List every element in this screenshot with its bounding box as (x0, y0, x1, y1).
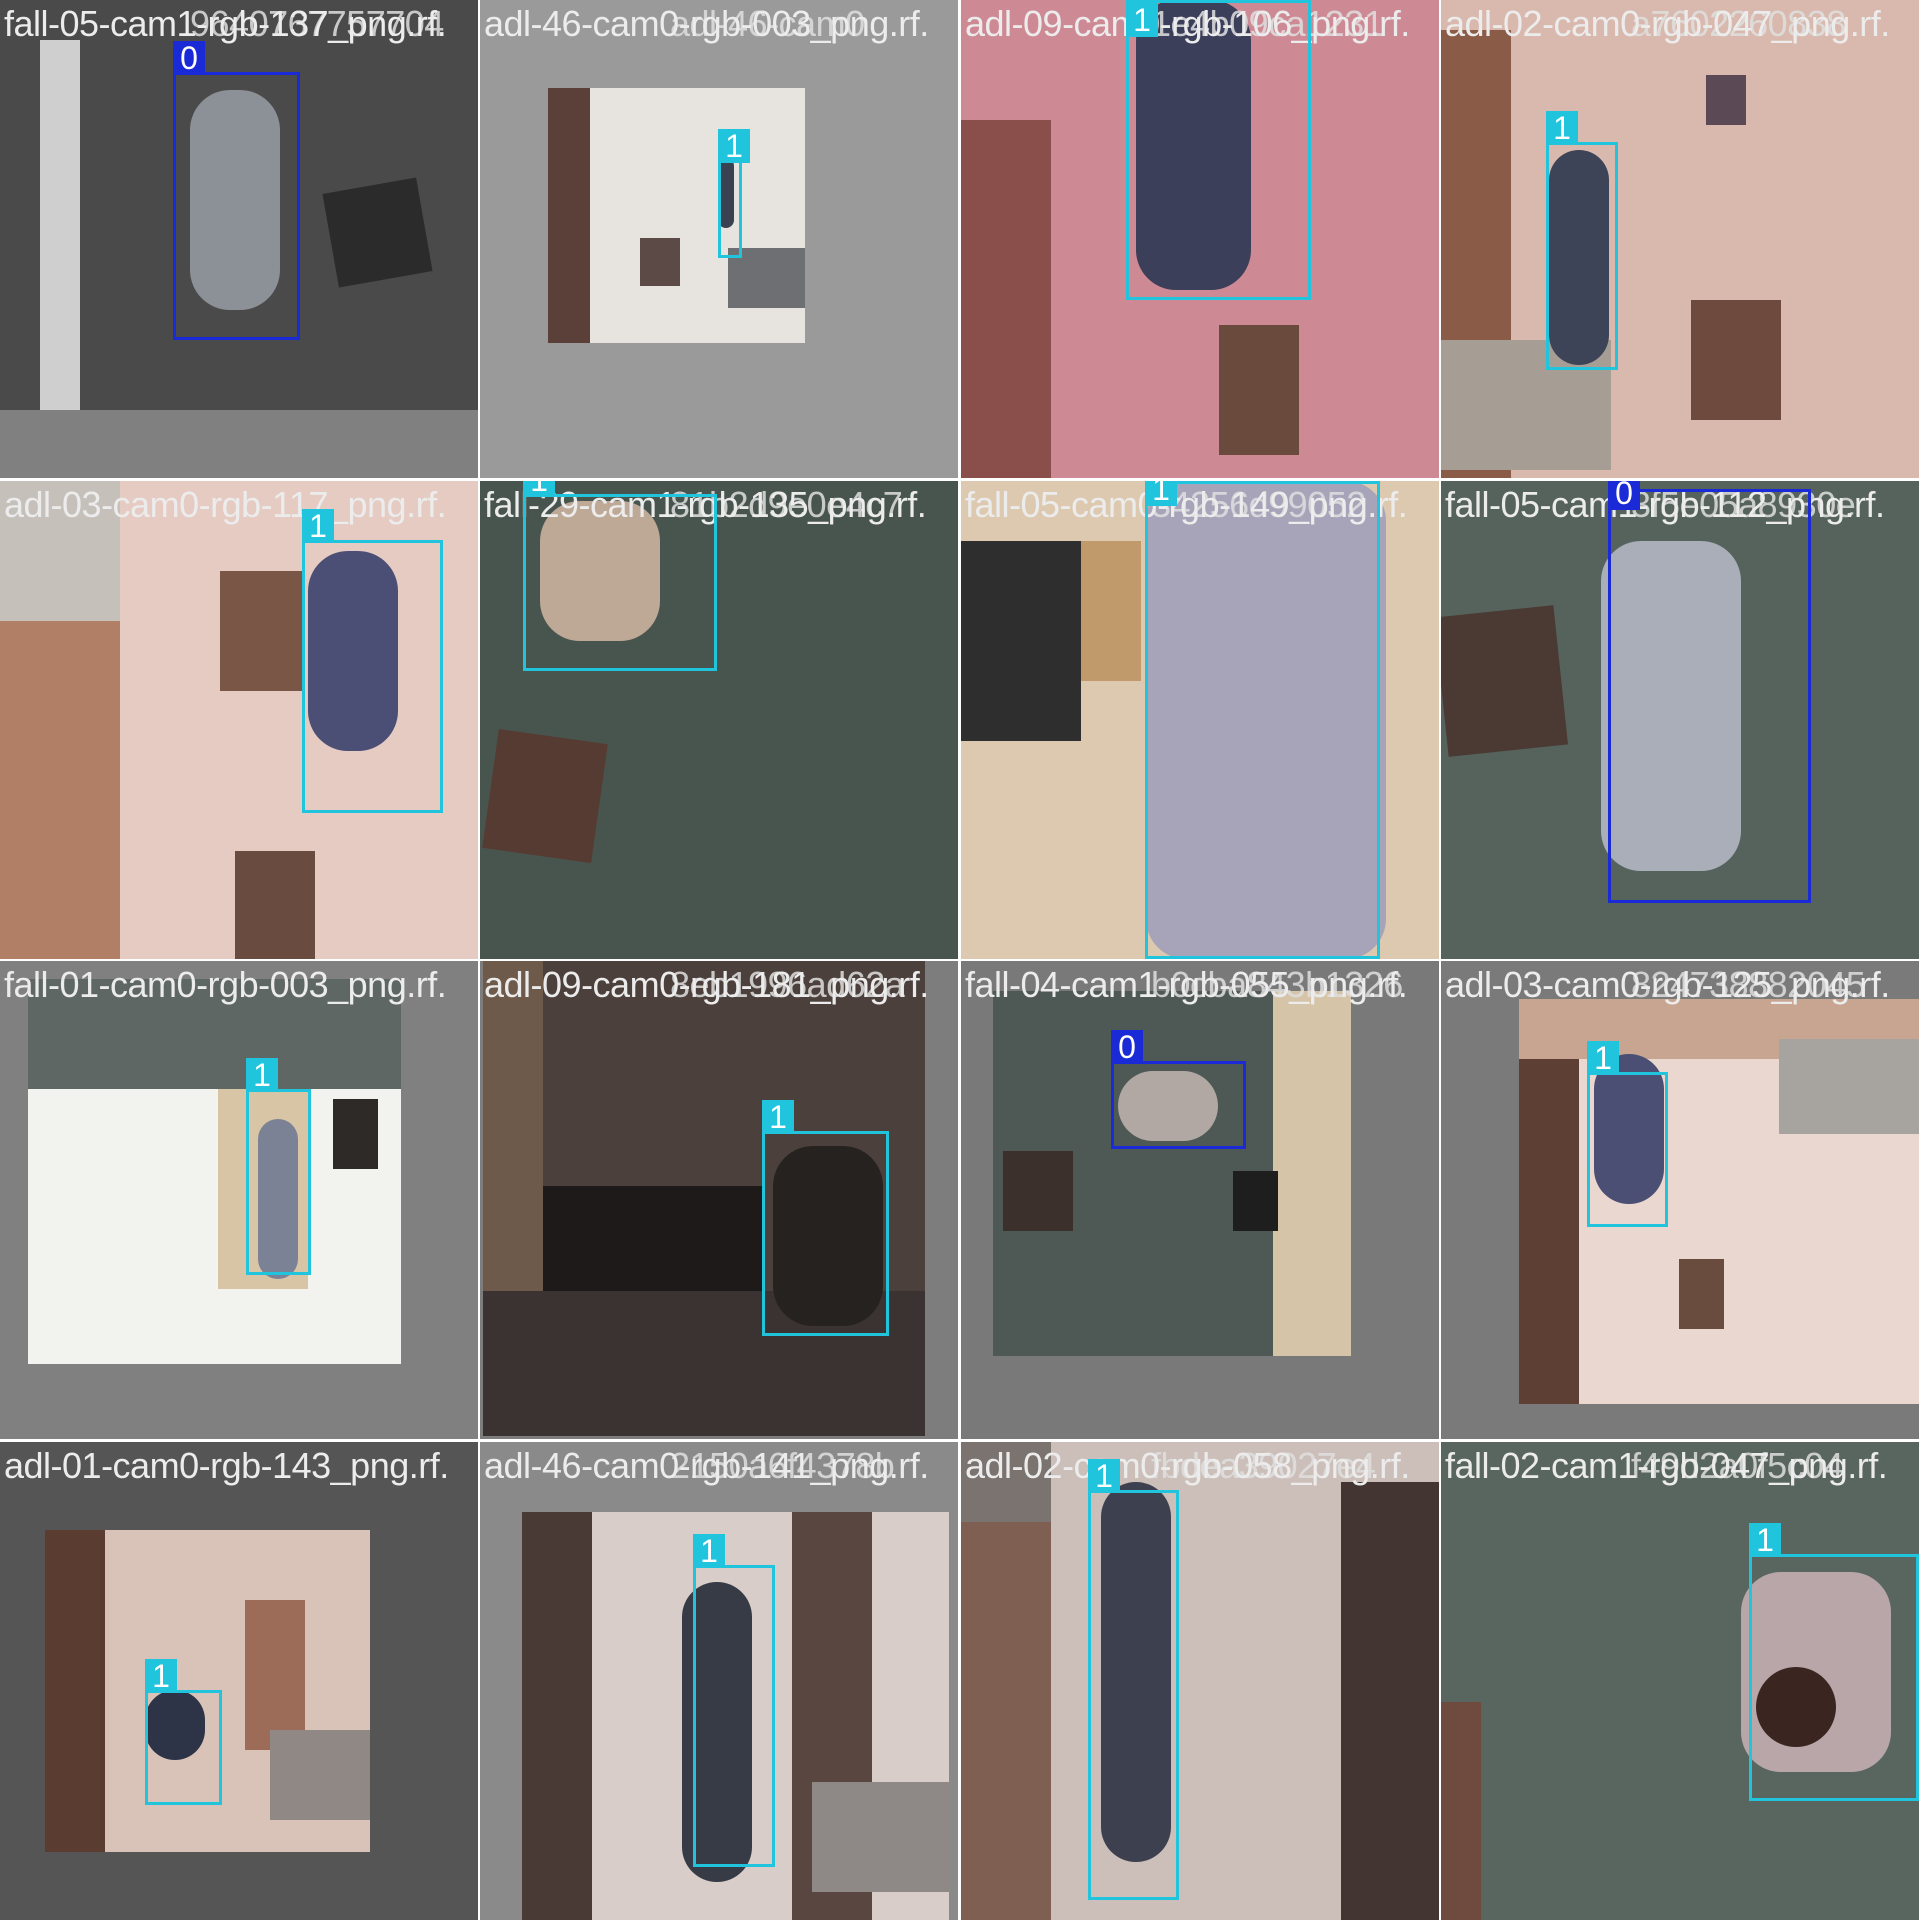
class-tag: 0 (1111, 1030, 1143, 1064)
class-tag: 1 (302, 509, 334, 543)
file-name-label: adl-09-cam0-rgb-181_png.rf. (484, 964, 929, 1005)
camera-frame (548, 88, 805, 343)
tile-5: adl-03-cam0-rgb-117_png.rf. 1 (0, 481, 478, 959)
bounding-box: 1 (523, 481, 717, 671)
bounding-box: 0 (173, 41, 300, 340)
tile-2: adl-46-cam0-rgb-003_png.rf. adl-46-cam0 … (480, 0, 958, 478)
file-name-label: fall-04-cam1-rgb-055_png.rf. (965, 964, 1408, 1005)
tile-10: adl-09-cam0-rgb-181_png.rf. 8eb1996ad62a… (480, 961, 958, 1439)
tile-11: fall-04-cam1-rgb-055_png.rf. b0cba843b13… (961, 961, 1439, 1439)
tile-16: fall-02-cam1-rgb-047_png.rf. f49d2a0f5c0… (1441, 1442, 1919, 1920)
tile-1: fall-05-cam1-rgb-137_png.rf. 96407677577… (0, 0, 478, 478)
tile-4: adl-02-cam0-rgb-047_png.rf. a7602260838 … (1441, 0, 1919, 478)
file-name-label: adl-03-cam0-rgb-125_png.rf. (1445, 964, 1890, 1005)
tile-14: adl-46-cam0-rgb-141_png.rf. 2150a6f4378b… (480, 1442, 958, 1920)
tile-7: fall-05-cam0-rgb-149_png.rf. 34256d99052… (961, 481, 1439, 959)
class-tag: 0 (173, 41, 205, 75)
bounding-box: 1 (762, 1100, 889, 1336)
class-tag: 0 (1608, 481, 1640, 510)
bounding-box: 1 (1145, 481, 1380, 959)
bounding-box: 0 (1608, 481, 1811, 903)
class-tag: 1 (1749, 1523, 1781, 1557)
file-name-label: adl-02-cam0-rgb-058_png.rf. (965, 1445, 1410, 1486)
class-tag: 1 (523, 481, 555, 497)
tile-3: adl-09-cam0-rgb-106_png.rf. 1e4b09ca1231… (961, 0, 1439, 478)
bounding-box: 1 (1126, 0, 1311, 300)
file-name-label: adl-03-cam0-rgb-117_png.rf. (4, 484, 447, 525)
class-tag: 1 (1126, 3, 1158, 37)
camera-frame (28, 979, 401, 1364)
file-name-label: adl-01-cam0-rgb-143_png.rf. (4, 1445, 449, 1486)
class-tag: 1 (1088, 1459, 1120, 1493)
tile-12: adl-03-cam0-rgb-125_png.rf. 824738882045… (1441, 961, 1919, 1439)
class-tag: 1 (762, 1100, 794, 1134)
bounding-box: 1 (1546, 111, 1618, 370)
file-name-label: fall-05-cam1-rgb-137_png.rf. (4, 3, 447, 44)
file-name-label: fall-01-cam0-rgb-003_png.rf. (4, 964, 447, 1005)
bounding-box: 1 (1587, 1041, 1668, 1227)
file-name-label: adl-46-cam0-rgb-141_png.rf. (484, 1445, 929, 1486)
class-tag: 1 (718, 129, 750, 163)
bounding-box: 1 (145, 1659, 222, 1805)
tile-6: fall-29-cam1-rgb-135_png.rf. 81b2d9e0e4c… (480, 481, 958, 959)
tile-15: adl-02-cam0-rgb-058_png.rf. fbdea39027e4… (961, 1442, 1439, 1920)
bounding-box: 1 (246, 1058, 311, 1275)
class-tag: 1 (693, 1534, 725, 1568)
file-name-label: fall-02-cam1-rgb-047_png.rf. (1445, 1445, 1888, 1486)
file-name-label: adl-02-cam0-rgb-047_png.rf. (1445, 3, 1890, 44)
bounding-box: 1 (1088, 1459, 1179, 1900)
tile-13: adl-01-cam0-rgb-143_png.rf. 1 (0, 1442, 478, 1920)
camera-frame (1519, 999, 1919, 1404)
tile-8: fall-05-cam1-rgb-112_png.rf. 3f5e05a8930… (1441, 481, 1919, 959)
class-tag: 1 (145, 1659, 177, 1693)
bounding-box: 1 (1749, 1523, 1919, 1801)
bounding-box: 1 (693, 1534, 775, 1867)
class-tag: 1 (1546, 111, 1578, 145)
tile-9: fall-01-cam0-rgb-003_png.rf. 1 (0, 961, 478, 1439)
file-name-label: adl-46-cam0-rgb-003_png.rf. (484, 3, 929, 44)
image-mosaic-grid: fall-05-cam1-rgb-137_png.rf. 96407677577… (0, 0, 1920, 1920)
bounding-box: 1 (302, 509, 443, 813)
class-tag: 1 (1587, 1041, 1619, 1075)
bounding-box: 1 (718, 129, 750, 258)
bounding-box: 0 (1111, 1030, 1246, 1149)
camera-frame (1441, 0, 1919, 478)
class-tag: 1 (1145, 481, 1177, 506)
camera-frame (993, 991, 1351, 1356)
camera-frame (961, 1442, 1439, 1920)
class-tag: 1 (246, 1058, 278, 1092)
